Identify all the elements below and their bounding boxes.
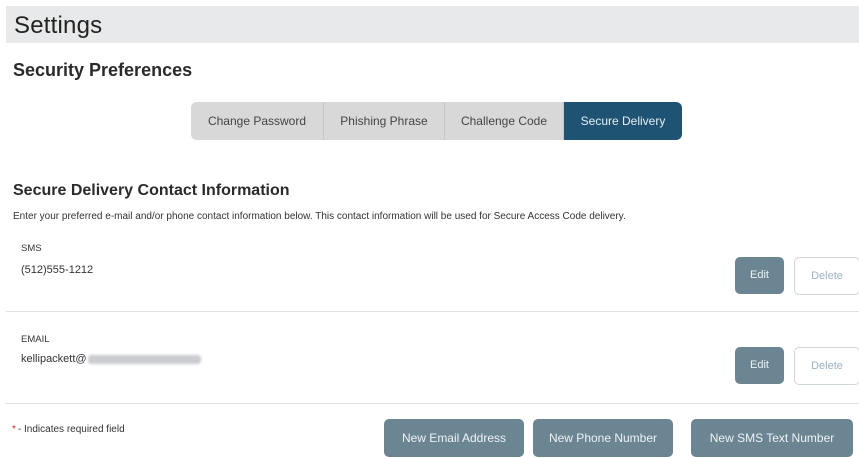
sms-type-label: SMS — [21, 243, 42, 254]
new-email-address-button[interactable]: New Email Address — [384, 419, 524, 457]
email-value: kellipackett@ — [21, 353, 201, 365]
tab-change-password[interactable]: Change Password — [191, 102, 324, 140]
security-tabs: Change Password Phishing Phrase Challeng… — [191, 102, 682, 140]
required-note-text: - Indicates required field — [17, 424, 125, 435]
tab-phishing-phrase[interactable]: Phishing Phrase — [324, 102, 445, 140]
contact-info-heading: Secure Delivery Contact Information — [13, 182, 290, 199]
new-phone-number-button[interactable]: New Phone Number — [533, 419, 673, 457]
page-title: Settings — [14, 12, 103, 39]
edit-email-button[interactable]: Edit — [735, 347, 784, 384]
tab-secure-delivery[interactable]: Secure Delivery — [564, 102, 682, 140]
edit-sms-button[interactable]: Edit — [735, 257, 784, 294]
email-type-label: EMAIL — [21, 334, 50, 345]
new-sms-text-number-button[interactable]: New SMS Text Number — [691, 419, 853, 457]
redacted-email-domain — [87, 354, 201, 364]
tab-challenge-code[interactable]: Challenge Code — [445, 102, 564, 140]
delete-sms-button[interactable]: Delete — [794, 257, 859, 295]
contact-info-description: Enter your preferred e-mail and/or phone… — [13, 211, 626, 222]
sms-value: (512)555-1212 — [21, 264, 94, 276]
required-star: * — [12, 424, 16, 435]
footer-divider — [6, 403, 859, 404]
delete-email-button[interactable]: Delete — [794, 347, 859, 385]
entry-divider — [6, 311, 859, 312]
required-field-note: * - Indicates required field — [12, 424, 125, 435]
security-preferences-heading: Security Preferences — [13, 60, 193, 80]
email-value-text: kellipackett@ — [21, 353, 87, 365]
settings-header: Settings — [6, 6, 859, 43]
